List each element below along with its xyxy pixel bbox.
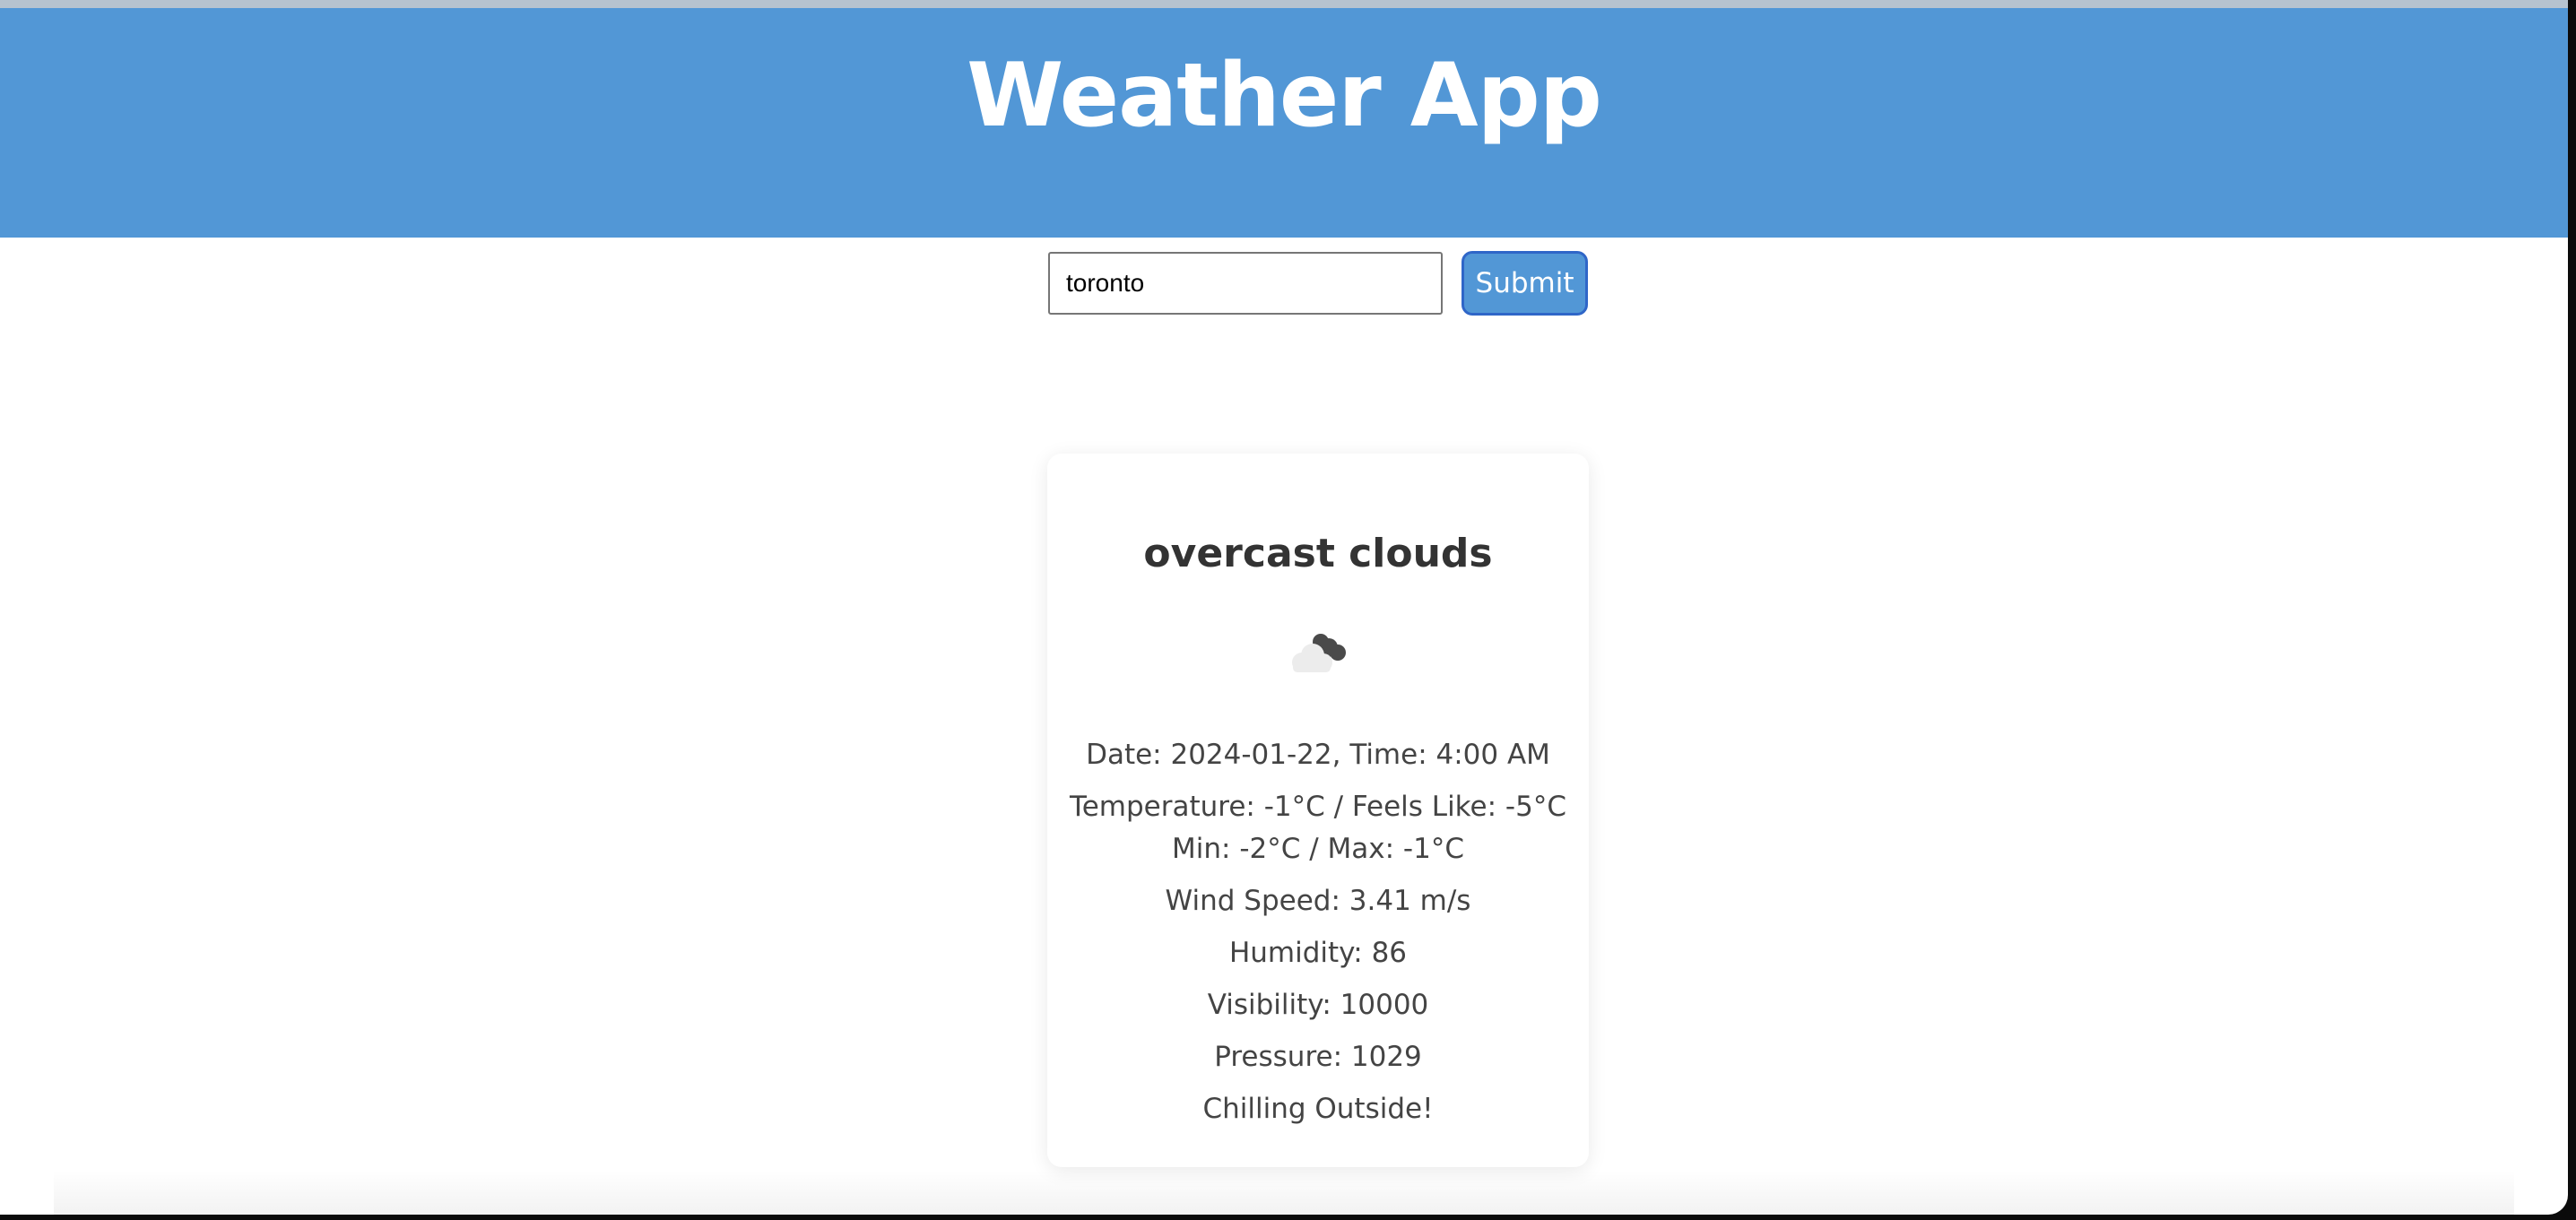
app-title: Weather App (967, 45, 1602, 147)
min-max-text: Min: -2°C / Max: -1°C (1172, 833, 1464, 865)
browser-window: Weather App Submit overcast clouds D (0, 0, 2568, 1215)
humidity-text: Humidity: 86 (1228, 937, 1408, 969)
bottom-shadow (54, 1170, 2514, 1215)
window-top-edge (0, 0, 2568, 8)
submit-button[interactable]: Submit (1461, 251, 1588, 316)
visibility-text: Visibility: 10000 (1207, 989, 1429, 1021)
weather-card: overcast clouds Date: 2024-01-22, Time: … (1047, 454, 1589, 1167)
date-time-text: Date: 2024-01-22, Time: 4:00 AM (1086, 739, 1550, 771)
weather-description: overcast clouds (1143, 531, 1493, 576)
city-input[interactable] (1048, 252, 1443, 315)
app-header: Weather App (0, 8, 2568, 238)
pressure-text: Pressure: 1029 (1214, 1041, 1422, 1073)
weather-message: Chilling Outside! (1202, 1093, 1434, 1125)
temperature-text: Temperature: -1°C / Feels Like: -5°C (1070, 791, 1566, 823)
wind-speed-text: Wind Speed: 3.41 m/s (1165, 885, 1471, 917)
overcast-clouds-icon (1292, 634, 1346, 672)
city-search-form: Submit (1048, 251, 1588, 316)
